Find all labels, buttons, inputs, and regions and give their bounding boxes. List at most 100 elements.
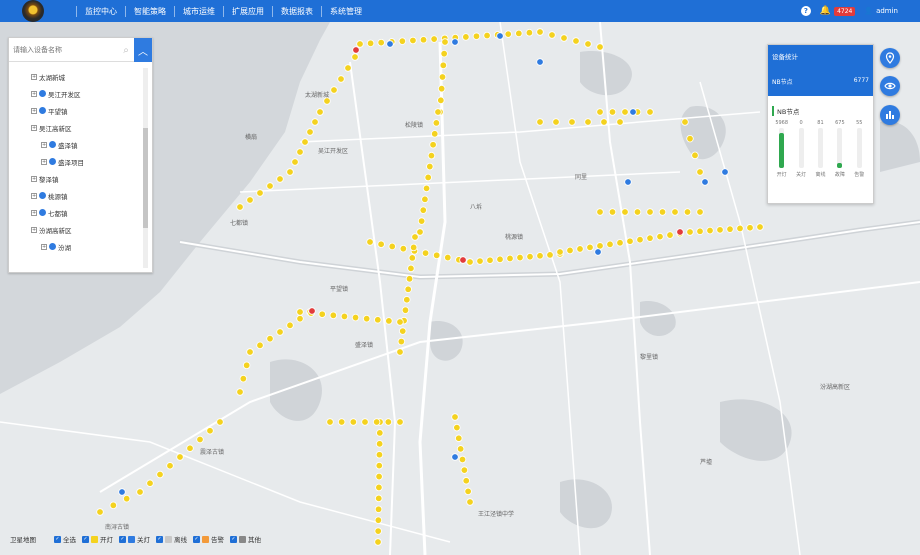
streetlight-marker[interactable] <box>256 341 264 350</box>
streetlight-marker[interactable] <box>340 312 349 321</box>
tree-item[interactable]: + 汾湖高新区 <box>9 221 145 238</box>
streetlight-marker[interactable] <box>726 225 734 233</box>
streetlight-marker[interactable] <box>385 317 393 325</box>
streetlight-marker[interactable] <box>236 203 244 211</box>
streetlight-marker[interactable] <box>466 498 474 506</box>
streetlight-marker[interactable] <box>658 208 667 216</box>
streetlight-marker[interactable] <box>616 239 624 247</box>
streetlight-marker[interactable] <box>216 418 224 426</box>
streetlight-marker[interactable] <box>166 462 174 470</box>
streetlight-marker[interactable] <box>626 237 634 245</box>
streetlight-marker[interactable] <box>596 242 604 250</box>
streetlight-marker[interactable] <box>308 307 316 315</box>
checkbox[interactable]: ✓ <box>156 535 163 543</box>
streetlight-marker[interactable] <box>276 175 284 183</box>
streetlight-marker[interactable] <box>291 158 299 166</box>
streetlight-marker[interactable] <box>594 248 602 256</box>
nav-extended-apps[interactable]: 扩展应用 <box>223 5 272 17</box>
streetlight-marker[interactable] <box>375 451 384 459</box>
streetlight-marker[interactable] <box>375 440 384 448</box>
streetlight-marker[interactable] <box>375 483 383 492</box>
checkbox[interactable]: ✓ <box>82 535 89 543</box>
streetlight-marker[interactable] <box>546 251 554 259</box>
legend-filter-item[interactable]: ✓ 开灯 <box>82 534 113 544</box>
streetlight-marker[interactable] <box>701 178 709 186</box>
streetlight-marker[interactable] <box>683 208 692 216</box>
streetlight-marker[interactable] <box>374 538 382 546</box>
streetlight-marker[interactable] <box>337 75 345 83</box>
locate-button[interactable] <box>880 48 900 68</box>
streetlight-marker[interactable] <box>374 527 382 535</box>
streetlight-marker[interactable] <box>466 258 474 266</box>
streetlight-marker[interactable] <box>686 228 694 236</box>
tree-expand-toggle[interactable]: + <box>31 107 37 114</box>
streetlight-marker[interactable] <box>746 224 754 232</box>
checkbox[interactable]: ✓ <box>119 535 126 543</box>
streetlight-marker[interactable] <box>451 38 459 46</box>
tree-item[interactable]: + 吴江开发区 <box>9 85 145 102</box>
streetlight-marker[interactable] <box>296 314 304 323</box>
streetlight-marker[interactable] <box>646 108 654 116</box>
streetlight-marker[interactable] <box>462 477 470 485</box>
streetlight-marker[interactable] <box>568 118 576 126</box>
streetlight-marker[interactable] <box>109 501 118 510</box>
streetlight-marker[interactable] <box>306 128 314 136</box>
streetlight-marker[interactable] <box>266 182 274 190</box>
streetlight-marker[interactable] <box>596 208 604 216</box>
streetlight-marker[interactable] <box>458 455 467 464</box>
checkbox[interactable]: ✓ <box>230 535 237 543</box>
tree-scrollbar[interactable] <box>143 68 148 268</box>
streetlight-marker[interactable] <box>453 423 461 432</box>
streetlight-marker[interactable] <box>606 240 614 249</box>
streetlight-marker[interactable] <box>431 130 439 138</box>
streetlight-marker[interactable] <box>409 36 417 45</box>
streetlight-marker[interactable] <box>398 37 407 45</box>
streetlight-marker[interactable] <box>239 374 248 383</box>
tree-item[interactable]: + 平望镇 <box>9 102 145 119</box>
streetlight-marker[interactable] <box>376 429 384 437</box>
statistics-button[interactable] <box>880 105 900 125</box>
streetlight-marker[interactable] <box>386 40 394 48</box>
streetlight-marker[interactable] <box>419 36 428 44</box>
tree-item[interactable]: + 桃源镇 <box>9 187 145 204</box>
tree-expand-toggle[interactable]: + <box>31 192 37 199</box>
tree-item[interactable]: + 盛泽镇 <box>9 136 145 153</box>
tree-item[interactable]: + 七都镇 <box>9 204 145 221</box>
streetlight-marker[interactable] <box>608 108 617 116</box>
streetlight-marker[interactable] <box>576 245 584 253</box>
streetlight-marker[interactable] <box>584 118 592 126</box>
streetlight-marker[interactable] <box>572 37 580 45</box>
streetlight-marker[interactable] <box>349 418 358 426</box>
streetlight-marker[interactable] <box>206 427 214 435</box>
streetlight-marker[interactable] <box>329 311 338 320</box>
streetlight-marker[interactable] <box>118 488 126 496</box>
streetlight-marker[interactable] <box>375 494 383 503</box>
streetlight-marker[interactable] <box>426 162 434 171</box>
streetlight-marker[interactable] <box>525 29 534 37</box>
tree-expand-toggle[interactable]: + <box>41 141 47 148</box>
streetlight-marker[interactable] <box>624 178 632 186</box>
search-icon[interactable]: ⌕ <box>118 38 134 62</box>
legend-filter-item[interactable]: ✓ 离线 <box>156 534 187 544</box>
streetlight-marker[interactable] <box>246 348 254 356</box>
streetlight-marker[interactable] <box>476 257 484 265</box>
streetlight-marker[interactable] <box>515 29 523 38</box>
nav-monitor-center[interactable]: 监控中心 <box>76 5 125 17</box>
streetlight-marker[interactable] <box>388 242 396 251</box>
streetlight-marker[interactable] <box>316 108 324 116</box>
streetlight-marker[interactable] <box>311 118 319 126</box>
checkbox[interactable]: ✓ <box>193 535 200 543</box>
streetlight-marker[interactable] <box>256 189 264 197</box>
streetlight-marker[interactable] <box>318 310 326 318</box>
alert-count-badge[interactable]: 4724 <box>834 6 856 16</box>
streetlight-marker[interactable] <box>396 418 404 426</box>
streetlight-marker[interactable] <box>196 435 204 444</box>
streetlight-marker[interactable] <box>372 418 381 426</box>
nav-smart-strategy[interactable]: 智能策略 <box>125 5 174 17</box>
streetlight-marker[interactable] <box>434 108 442 116</box>
streetlight-marker[interactable] <box>584 40 592 48</box>
streetlight-marker[interactable] <box>417 217 426 225</box>
streetlight-marker[interactable] <box>366 238 374 246</box>
streetlight-marker[interactable] <box>666 231 674 239</box>
streetlight-marker[interactable] <box>366 39 375 47</box>
